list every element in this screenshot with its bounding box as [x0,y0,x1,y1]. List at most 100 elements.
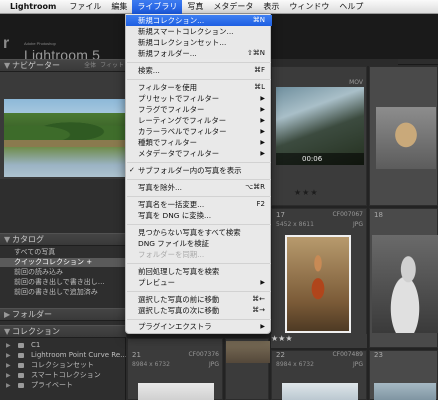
menu-file[interactable]: ファイル [64,0,106,14]
menu-separator [127,62,271,63]
left-panel: ▼ ナビゲーター 全体 フィット ▼ カタログ すべての写真 クイックコレクション … [0,59,126,400]
collection-set-icon [18,383,24,388]
menu-item-new-collection-set[interactable]: 新規コレクションセット... [126,37,272,48]
menu-item-find[interactable]: 検索... ⌘F [126,65,272,76]
grid-cell[interactable] [369,66,438,206]
video-duration: 00:06 [302,155,323,163]
grid-cell[interactable]: 18 [369,208,438,348]
catalog-item-all-photos[interactable]: すべての写真 [0,248,126,257]
catalog-header[interactable]: ▼ カタログ [0,233,126,246]
grid-cell[interactable]: MOV 00:06 ★★★ [271,66,367,206]
menu-metadata[interactable]: メタデータ [208,0,258,14]
shortcut: F2 [256,200,265,208]
catalog-item-previous-export-added[interactable]: 前回の書き出しで追加済み [0,288,126,297]
folders-header[interactable]: ▶ フォルダー [0,308,126,321]
menu-item-filter-by-rating[interactable]: レーティングでフィルター ▶ [126,115,272,126]
menu-item-new-folder[interactable]: 新規フォルダー... ⇧⌘N [126,48,272,59]
photo-thumbnail[interactable] [285,235,351,333]
catalog-item-previous-export[interactable]: 前回の書き出しで書き出し… [0,278,126,287]
zoom-option[interactable]: 全体 [84,60,96,71]
navigator-header[interactable]: ▼ ナビゲーター 全体 フィット [0,59,126,72]
grid-cell[interactable] [225,338,270,400]
collection-item[interactable]: ▶ コレクションセット [0,361,126,370]
collections-header[interactable]: ▼ コレクション [0,325,126,338]
checkmark-icon: ✓ [129,166,135,174]
menu-item-previews[interactable]: プレビュー ▶ [126,277,272,288]
menu-item-filter-by-metadata[interactable]: メタデータでフィルター ▶ [126,148,272,159]
navigator-photo[interactable] [4,99,125,177]
file-extension: MOV [349,79,363,86]
collection-set-icon [18,353,24,358]
menu-item-previous-photo[interactable]: 選択した写真の前に移動 ⌘← [126,294,272,305]
collection-set-icon [18,363,24,368]
menu-item-new-smart-collection[interactable]: 新規スマートコレクション... [126,26,272,37]
menu-item-filter-by-preset[interactable]: プリセットでフィルター ▶ [126,93,272,104]
menu-item-enable-filters[interactable]: フィルターを使用 ⌘L [126,82,272,93]
submenu-arrow-icon: ▶ [260,128,265,135]
zoom-option[interactable]: フィット [100,60,124,71]
photo-thumbnail[interactable] [374,383,436,400]
menu-item-show-subfolder-photos[interactable]: ✓ サブフォルダー内の写真を表示 [126,165,272,176]
menu-window[interactable]: ウィンドウ [284,0,334,14]
photo-thumbnail[interactable] [138,383,214,400]
menu-item-filter-by-color-label[interactable]: カラーラベルでフィルター ▶ [126,126,272,137]
grid-cell-footer: ★★★ [271,334,367,348]
collection-item[interactable]: ▶ スマートコレクション [0,371,126,380]
collapse-triangle-icon: ▼ [4,235,11,244]
collection-item[interactable]: ▶ Lightroom Point Curve Re… [0,351,126,360]
menu-edit[interactable]: 編集 [106,0,132,14]
expand-triangle-icon: ▶ [6,362,11,369]
grid-cell[interactable]: ★★★ 22 8984 x 6732 CF007489 JPG [271,333,367,400]
app-menu[interactable]: Lightroom [0,2,64,11]
photo-dimensions: 8984 x 6732 [276,361,314,368]
menu-item-new-collection[interactable]: 新規コレクション... ⌘N [126,15,272,26]
photo-index: 17 [276,211,285,219]
photo-filename: CF007067 [332,211,363,218]
menu-item-find-missing-photos[interactable]: 見つからない写真をすべて検索 [126,227,272,238]
photo-thumbnail[interactable] [376,107,436,169]
video-thumbnail[interactable]: 00:06 [276,87,364,165]
photo-filename: CF007376 [188,351,219,358]
grid-cell[interactable]: 21 8984 x 6732 CF007376 JPG [127,338,223,400]
menu-library[interactable]: ライブラリ [132,0,183,14]
submenu-arrow-icon: ▶ [260,95,265,102]
collection-item[interactable]: ▶ プライベート [0,381,126,390]
menu-item-filter-by-kind[interactable]: 種類でフィルター ▶ [126,137,272,148]
expand-triangle-icon: ▶ [6,382,11,389]
menu-view[interactable]: 表示 [258,0,284,14]
photo-thumbnail[interactable] [226,341,270,363]
expand-triangle-icon: ▶ [6,342,11,349]
photo-index: 22 [276,351,285,359]
expand-triangle-icon: ▶ [6,372,11,379]
menu-item-next-photo[interactable]: 選択した写真の次に移動 ⌘→ [126,305,272,316]
star-rating[interactable]: ★★★ [294,188,319,197]
photo-dimensions: 5452 x 8611 [276,221,314,228]
menu-item-convert-to-dng[interactable]: 写真を DNG に変換... [126,210,272,221]
menu-separator [127,224,271,225]
catalog-item-previous-import[interactable]: 前回の読み込み [0,268,126,277]
grid-cell[interactable]: 23 [369,350,438,400]
menu-help[interactable]: ヘルプ [334,0,368,14]
submenu-arrow-icon: ▶ [260,139,265,146]
photo-thumbnail[interactable] [372,235,438,333]
menu-photo[interactable]: 写真 [182,0,208,14]
file-extension: JPG [208,361,219,368]
collection-set-icon [18,343,24,348]
navigator-zoom-options: 全体 フィット [84,60,124,71]
menu-item-remove-photos[interactable]: 写真を除外... ⌥⌘R [126,182,272,193]
photo-index: 18 [374,211,383,219]
catalog-item-quick-collection[interactable]: クイックコレクション + [0,258,126,267]
menu-item-rename-photos[interactable]: 写真名を一括変更... F2 [126,199,272,210]
library-menu: 新規コレクション... ⌘N 新規スマートコレクション... 新規コレクションセッ… [125,14,272,334]
menu-separator [127,291,271,292]
expand-triangle-icon: ▶ [4,310,11,319]
photo-thumbnail[interactable] [282,383,358,400]
star-rating[interactable]: ★★★ [271,334,293,343]
menu-separator [127,79,271,80]
menu-item-validate-dng[interactable]: DNG ファイルを検証 [126,238,272,249]
menu-item-find-previous-process[interactable]: 前回処理した写真を検索 [126,266,272,277]
menu-item-filter-by-flag[interactable]: フラグでフィルター ▶ [126,104,272,115]
collection-item[interactable]: ▶ C1 [0,341,126,350]
menu-item-plugin-extras[interactable]: プラグインエクストラ ▶ [126,321,272,332]
grid-cell[interactable]: 17 5452 x 8611 CF007067 JPG [271,208,367,348]
